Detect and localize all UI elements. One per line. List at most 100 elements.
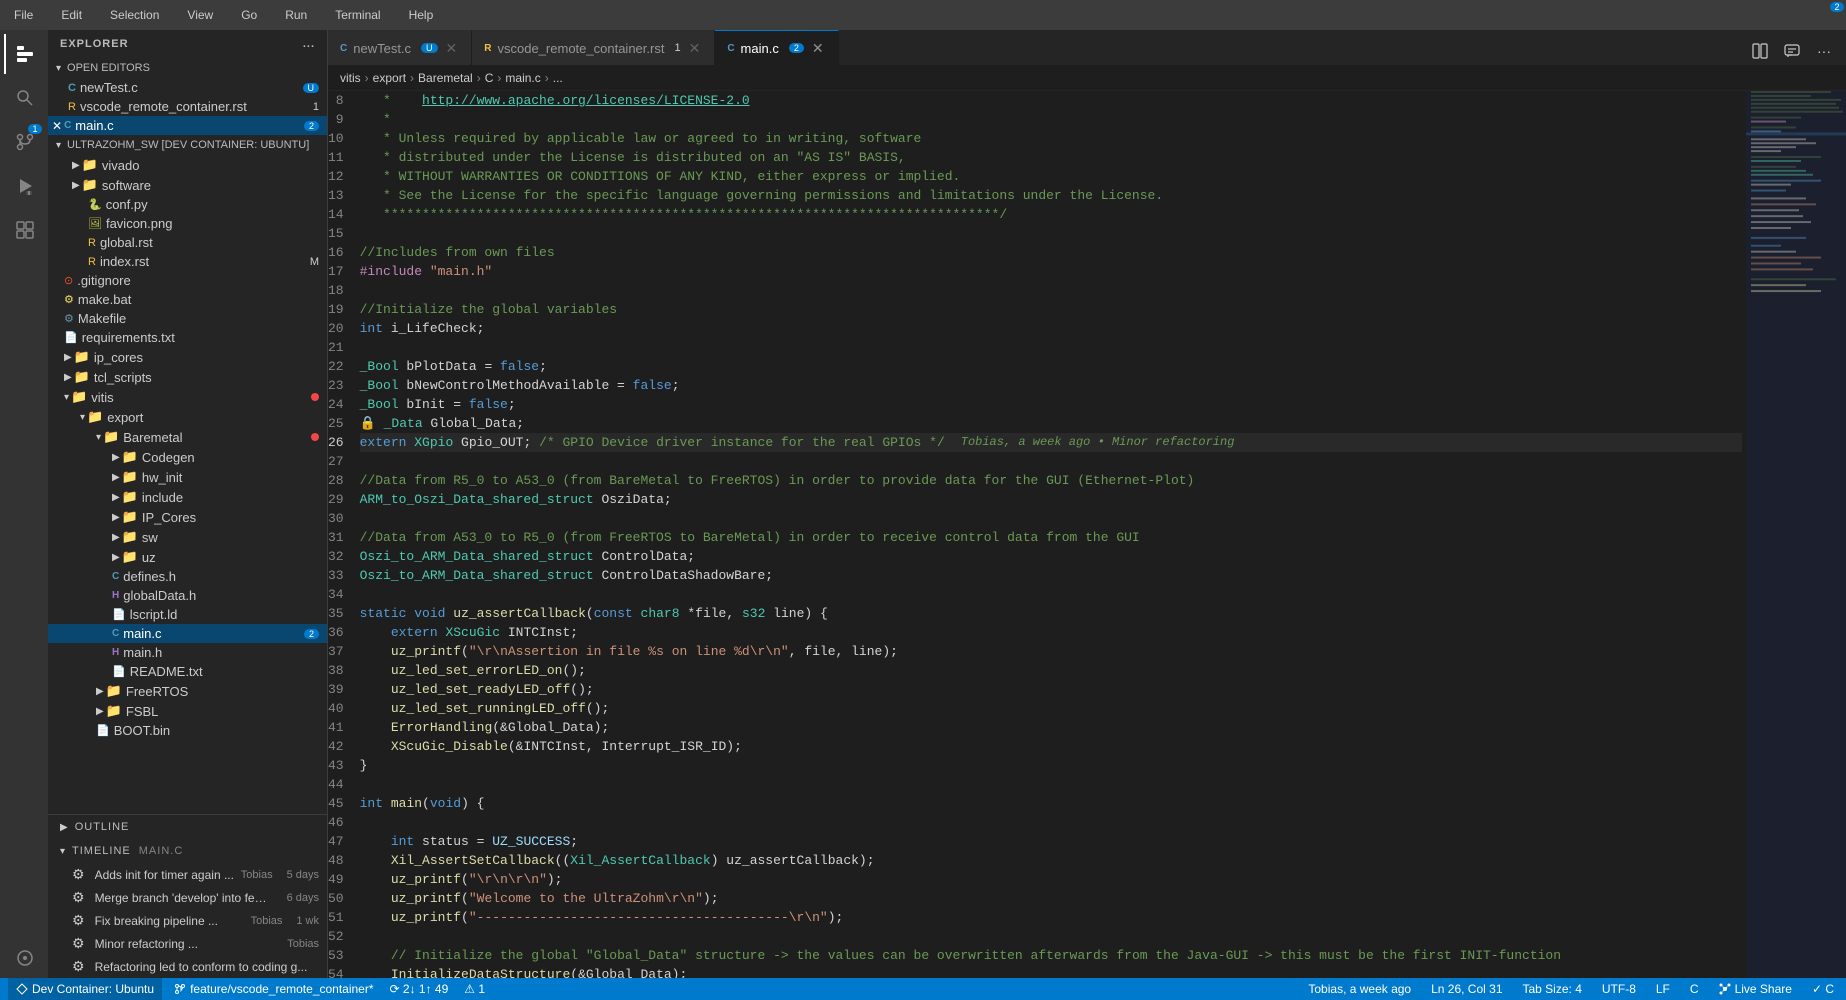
menu-edit[interactable]: Edit (55, 4, 88, 26)
menu-go[interactable]: Go (235, 4, 263, 26)
breadcrumb-more[interactable]: ... (553, 71, 563, 85)
tab-close-mainc[interactable]: ✕ (810, 40, 826, 57)
tree-readme[interactable]: 📄 README.txt (48, 662, 327, 681)
close-editor-icon[interactable]: ✕ (52, 119, 62, 133)
code-line-46 (360, 813, 1742, 832)
tree-definesh[interactable]: C defines.h (48, 567, 327, 586)
encoding[interactable]: UTF-8 (1598, 982, 1640, 996)
tree-indexrst[interactable]: R index.rst M (48, 252, 327, 271)
tab-newtest[interactable]: C newTest.c U ✕ (328, 30, 472, 65)
tree-favicon[interactable]: 🖼 favicon.png (48, 214, 327, 233)
tree-requirements[interactable]: 📄 requirements.txt (48, 328, 327, 347)
project-header[interactable]: ▾ ULTRAZOHM_SW [DEV CONTAINER: UBUNTU] (48, 135, 327, 155)
inline-chat-icon[interactable] (1778, 37, 1806, 65)
tree-ipcores2[interactable]: ▶ 📁 IP_Cores (48, 507, 327, 527)
open-editor-newtest[interactable]: C newTest.c U (48, 78, 327, 97)
activity-extensions[interactable] (4, 210, 44, 250)
tree-fsbl[interactable]: ▶ 📁 FSBL (48, 701, 327, 721)
tree-vitis[interactable]: ▾ 📁 vitis (48, 387, 327, 407)
menu-view[interactable]: View (181, 4, 219, 26)
tree-mainc[interactable]: C main.c 2 (48, 624, 327, 643)
menu-run[interactable]: Run (279, 4, 313, 26)
ln-col[interactable]: Ln 26, Col 31 (1427, 982, 1506, 996)
commit-icon: ⚙ (72, 935, 85, 952)
tab-size[interactable]: Tab Size: 4 (1519, 982, 1586, 996)
tree-software[interactable]: ▶ 📁 software (48, 175, 327, 195)
code-line-15 (360, 224, 1742, 243)
menu-help[interactable]: Help (403, 4, 440, 26)
tree-confpy[interactable]: 🐍 conf.py (48, 195, 327, 214)
timeline-item-5[interactable]: ⚙ Refactoring led to conform to coding g… (48, 955, 327, 978)
tree-lscriptld[interactable]: 📄 lscript.ld (48, 605, 327, 624)
open-editor-mainc[interactable]: ✕ C main.c 2 (48, 116, 327, 135)
split-editor-icon[interactable] (1746, 37, 1774, 65)
breadcrumb-c[interactable]: C (485, 71, 494, 85)
more-actions-icon[interactable]: ··· (1810, 37, 1838, 65)
activity-search[interactable] (4, 78, 44, 118)
menu-selection[interactable]: Selection (104, 4, 165, 26)
tree-freertos[interactable]: ▶ 📁 FreeRTOS (48, 681, 327, 701)
tree-export[interactable]: ▾ 📁 export (48, 407, 327, 427)
activity-remote[interactable]: 2 (4, 938, 44, 978)
tree-mainh[interactable]: H main.h (48, 643, 327, 662)
tab-close-rst[interactable]: ✕ (687, 40, 703, 57)
remote-indicator[interactable]: Dev Container: Ubuntu (8, 978, 162, 1000)
tree-codegen[interactable]: ▶ 📁 Codegen (48, 447, 327, 467)
breadcrumb-export[interactable]: export (373, 71, 406, 85)
tree-hwinit[interactable]: ▶ 📁 hw_init (48, 467, 327, 487)
tree-vivado[interactable]: ▶ 📁 vivado (48, 155, 327, 175)
folder-icon: 📁 (74, 349, 90, 365)
menu-bar[interactable]: File Edit Selection View Go Run Terminal… (8, 4, 439, 26)
sync-status[interactable]: ⟳ 2↓ 1↑ 49 (386, 982, 453, 996)
open-editors-chevron: ▾ (56, 63, 61, 74)
tree-ipcores[interactable]: ▶ 📁 ip_cores (48, 347, 327, 367)
code-line-27 (360, 452, 1742, 471)
tree-makefile[interactable]: ⚙ Makefile (48, 309, 327, 328)
tab-mainc[interactable]: C main.c 2 ✕ (715, 30, 838, 65)
tree-uz[interactable]: ▶ 📁 uz (48, 547, 327, 567)
code-line-48: Xil_AssertSetCallback((Xil_AssertCallbac… (360, 851, 1742, 870)
timeline-item-1[interactable]: ⚙ Adds init for timer again ... Tobias 5… (48, 863, 327, 886)
live-share[interactable]: Live Share (1715, 982, 1796, 996)
tree-include[interactable]: ▶ 📁 include (48, 487, 327, 507)
tree-globalrst[interactable]: R global.rst (48, 233, 327, 252)
open-editors-header[interactable]: ▾ OPEN EDITORS (48, 58, 327, 78)
breadcrumb-vitis[interactable]: vitis (340, 71, 361, 85)
code-line-26: extern XGpio Gpio_OUT; /* GPIO Device dr… (360, 433, 1742, 452)
activity-run[interactable] (4, 166, 44, 206)
tree-bootbin[interactable]: 📄 BOOT.bin (48, 721, 327, 740)
timeline-header[interactable]: ▾ TIMELINE main.c (48, 839, 327, 863)
timeline-item-3[interactable]: ⚙ Fix breaking pipeline ... Tobias 1 wk (48, 909, 327, 932)
minimap (1746, 91, 1846, 978)
activity-source-control[interactable]: 1 (4, 122, 44, 162)
tree-tclscripts[interactable]: ▶ 📁 tcl_scripts (48, 367, 327, 387)
menu-terminal[interactable]: Terminal (329, 4, 386, 26)
timeline-item-4[interactable]: ⚙ Minor refactoring ... Tobias (48, 932, 327, 955)
error-status[interactable]: ⚠ 1 (460, 982, 489, 996)
timeline-item-2[interactable]: ⚙ Merge branch 'develop' into featu... 6… (48, 886, 327, 909)
git-blame-status[interactable]: Tobias, a week ago (1304, 982, 1415, 996)
tree-globaldatah[interactable]: H globalData.h (48, 586, 327, 605)
menu-file[interactable]: File (8, 4, 39, 26)
activity-bar: 1 2 (0, 30, 48, 978)
code-line-49: uz_printf("\r\n\r\n"); (360, 870, 1742, 889)
tab-close-newtest[interactable]: ✕ (444, 40, 460, 57)
tree-baremetal[interactable]: ▾ 📁 Baremetal (48, 427, 327, 447)
tab-badge-1: 1 (674, 42, 680, 54)
sidebar-more-button[interactable]: ... (303, 38, 315, 50)
tree-gitignore[interactable]: ⊙ .gitignore (48, 271, 327, 290)
breadcrumb-baremetal[interactable]: Baremetal (418, 71, 473, 85)
checkmark-status[interactable]: ✓ C (1808, 982, 1838, 996)
tab-vscode-rst[interactable]: R vscode_remote_container.rst 1 ✕ (472, 30, 715, 65)
code-content[interactable]: * http://www.apache.org/licenses/LICENSE… (356, 91, 1746, 978)
tree-makebat[interactable]: ⚙ make.bat (48, 290, 327, 309)
code-editor: 8 9 10 11 12 13 14 15 16 17 18 19 20 21 (328, 91, 1846, 978)
tree-sw[interactable]: ▶ 📁 sw (48, 527, 327, 547)
git-branch[interactable]: feature/vscode_remote_container* (170, 982, 377, 996)
eol[interactable]: LF (1652, 982, 1674, 996)
outline-header[interactable]: ▶ OUTLINE (48, 815, 327, 839)
activity-explorer[interactable] (4, 34, 44, 74)
breadcrumb-file[interactable]: main.c (505, 71, 540, 85)
language-mode[interactable]: C (1686, 982, 1703, 996)
open-editor-vscode-rst[interactable]: R vscode_remote_container.rst 1 (48, 97, 327, 116)
